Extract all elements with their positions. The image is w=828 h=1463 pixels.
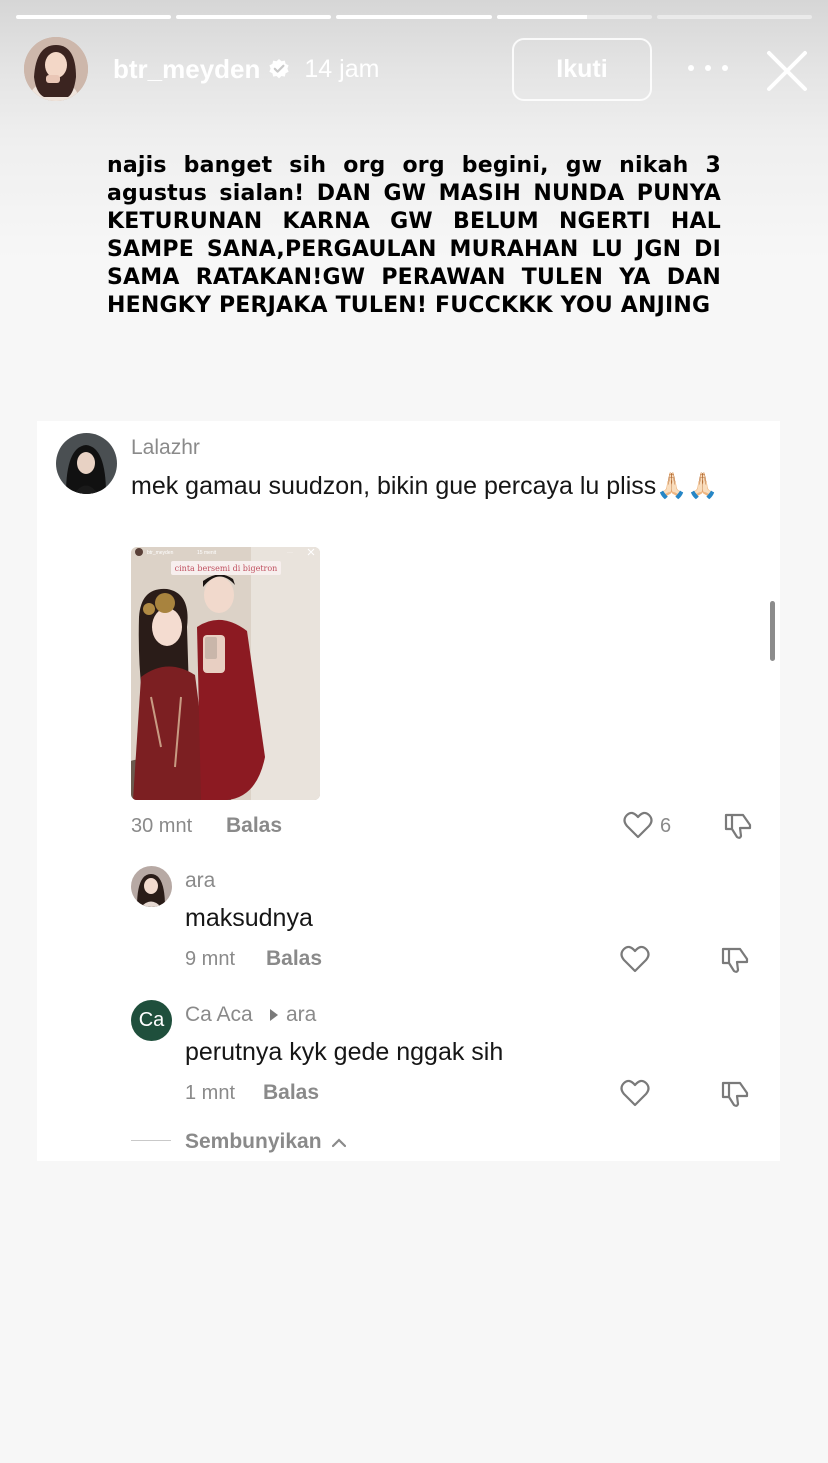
comment-time: 30 mnt [131, 815, 193, 837]
reply-username[interactable]: ara [185, 869, 215, 893]
progress-segment [176, 15, 332, 19]
avatar-initials: Ca [138, 1009, 165, 1031]
progress-segment-current [496, 15, 652, 19]
like-count: 6 [660, 815, 672, 837]
attached-image[interactable]: cinta bersemi di bigetron btr_meyden 15 … [131, 547, 320, 800]
attachment-caption: cinta bersemi di bigetron [175, 564, 278, 573]
reply-time: 1 mnt [185, 1082, 236, 1104]
progress-segment [16, 15, 172, 19]
dislike-icon[interactable] [720, 1079, 750, 1109]
more-options-icon[interactable] [688, 58, 728, 78]
progress-segment [656, 15, 813, 19]
reply-button[interactable]: Balas [263, 1081, 319, 1105]
attachment-time: 15 menit [197, 550, 217, 556]
close-icon[interactable] [766, 50, 808, 92]
reply-time: 9 mnt [185, 948, 236, 970]
reply-username[interactable]: Ca Aca [185, 1003, 253, 1027]
reply-button[interactable]: Balas [266, 947, 322, 971]
hide-replies-button[interactable]: Sembunyikan [185, 1130, 322, 1154]
svg-text:···: ··· [287, 550, 293, 556]
avatar[interactable] [24, 37, 88, 101]
dislike-icon[interactable] [720, 945, 750, 975]
story-header: btr_meyden 14 jam Ikuti [24, 36, 808, 102]
reply-text: perutnya kyk gede nggak sih [185, 1038, 504, 1066]
story-time: 14 jam [304, 54, 380, 83]
heart-icon[interactable] [620, 945, 650, 973]
heart-icon[interactable] [620, 1079, 650, 1107]
hide-replies-divider [131, 1140, 171, 1141]
follow-button[interactable]: Ikuti [512, 38, 652, 101]
avatar[interactable] [56, 433, 117, 494]
reply-to-username[interactable]: ara [286, 1003, 316, 1027]
avatar[interactable]: Ca [131, 1000, 172, 1041]
story-username[interactable]: btr_meyden [113, 54, 260, 85]
story-text: najis banget sih org org begini, gw nika… [107, 153, 721, 318]
story-progress-bars [16, 15, 813, 19]
attachment-username: btr_meyden [147, 550, 174, 556]
avatar[interactable] [131, 866, 172, 907]
scrollbar[interactable] [770, 601, 775, 661]
verified-badge-icon [268, 58, 290, 80]
heart-icon[interactable] [623, 811, 653, 839]
chevron-up-icon[interactable] [331, 1135, 347, 1153]
comment-card: Lalazhr mek gamau suudzon, bikin gue per… [37, 421, 780, 1161]
reply-text: maksudnya [185, 904, 313, 932]
dislike-icon[interactable] [723, 811, 753, 841]
comment-username[interactable]: Lalazhr [131, 436, 200, 460]
reply-arrow-icon [269, 1008, 279, 1027]
reply-button[interactable]: Balas [226, 814, 282, 838]
progress-segment [336, 15, 492, 19]
comment-text: mek gamau suudzon, bikin gue percaya lu … [131, 472, 719, 500]
